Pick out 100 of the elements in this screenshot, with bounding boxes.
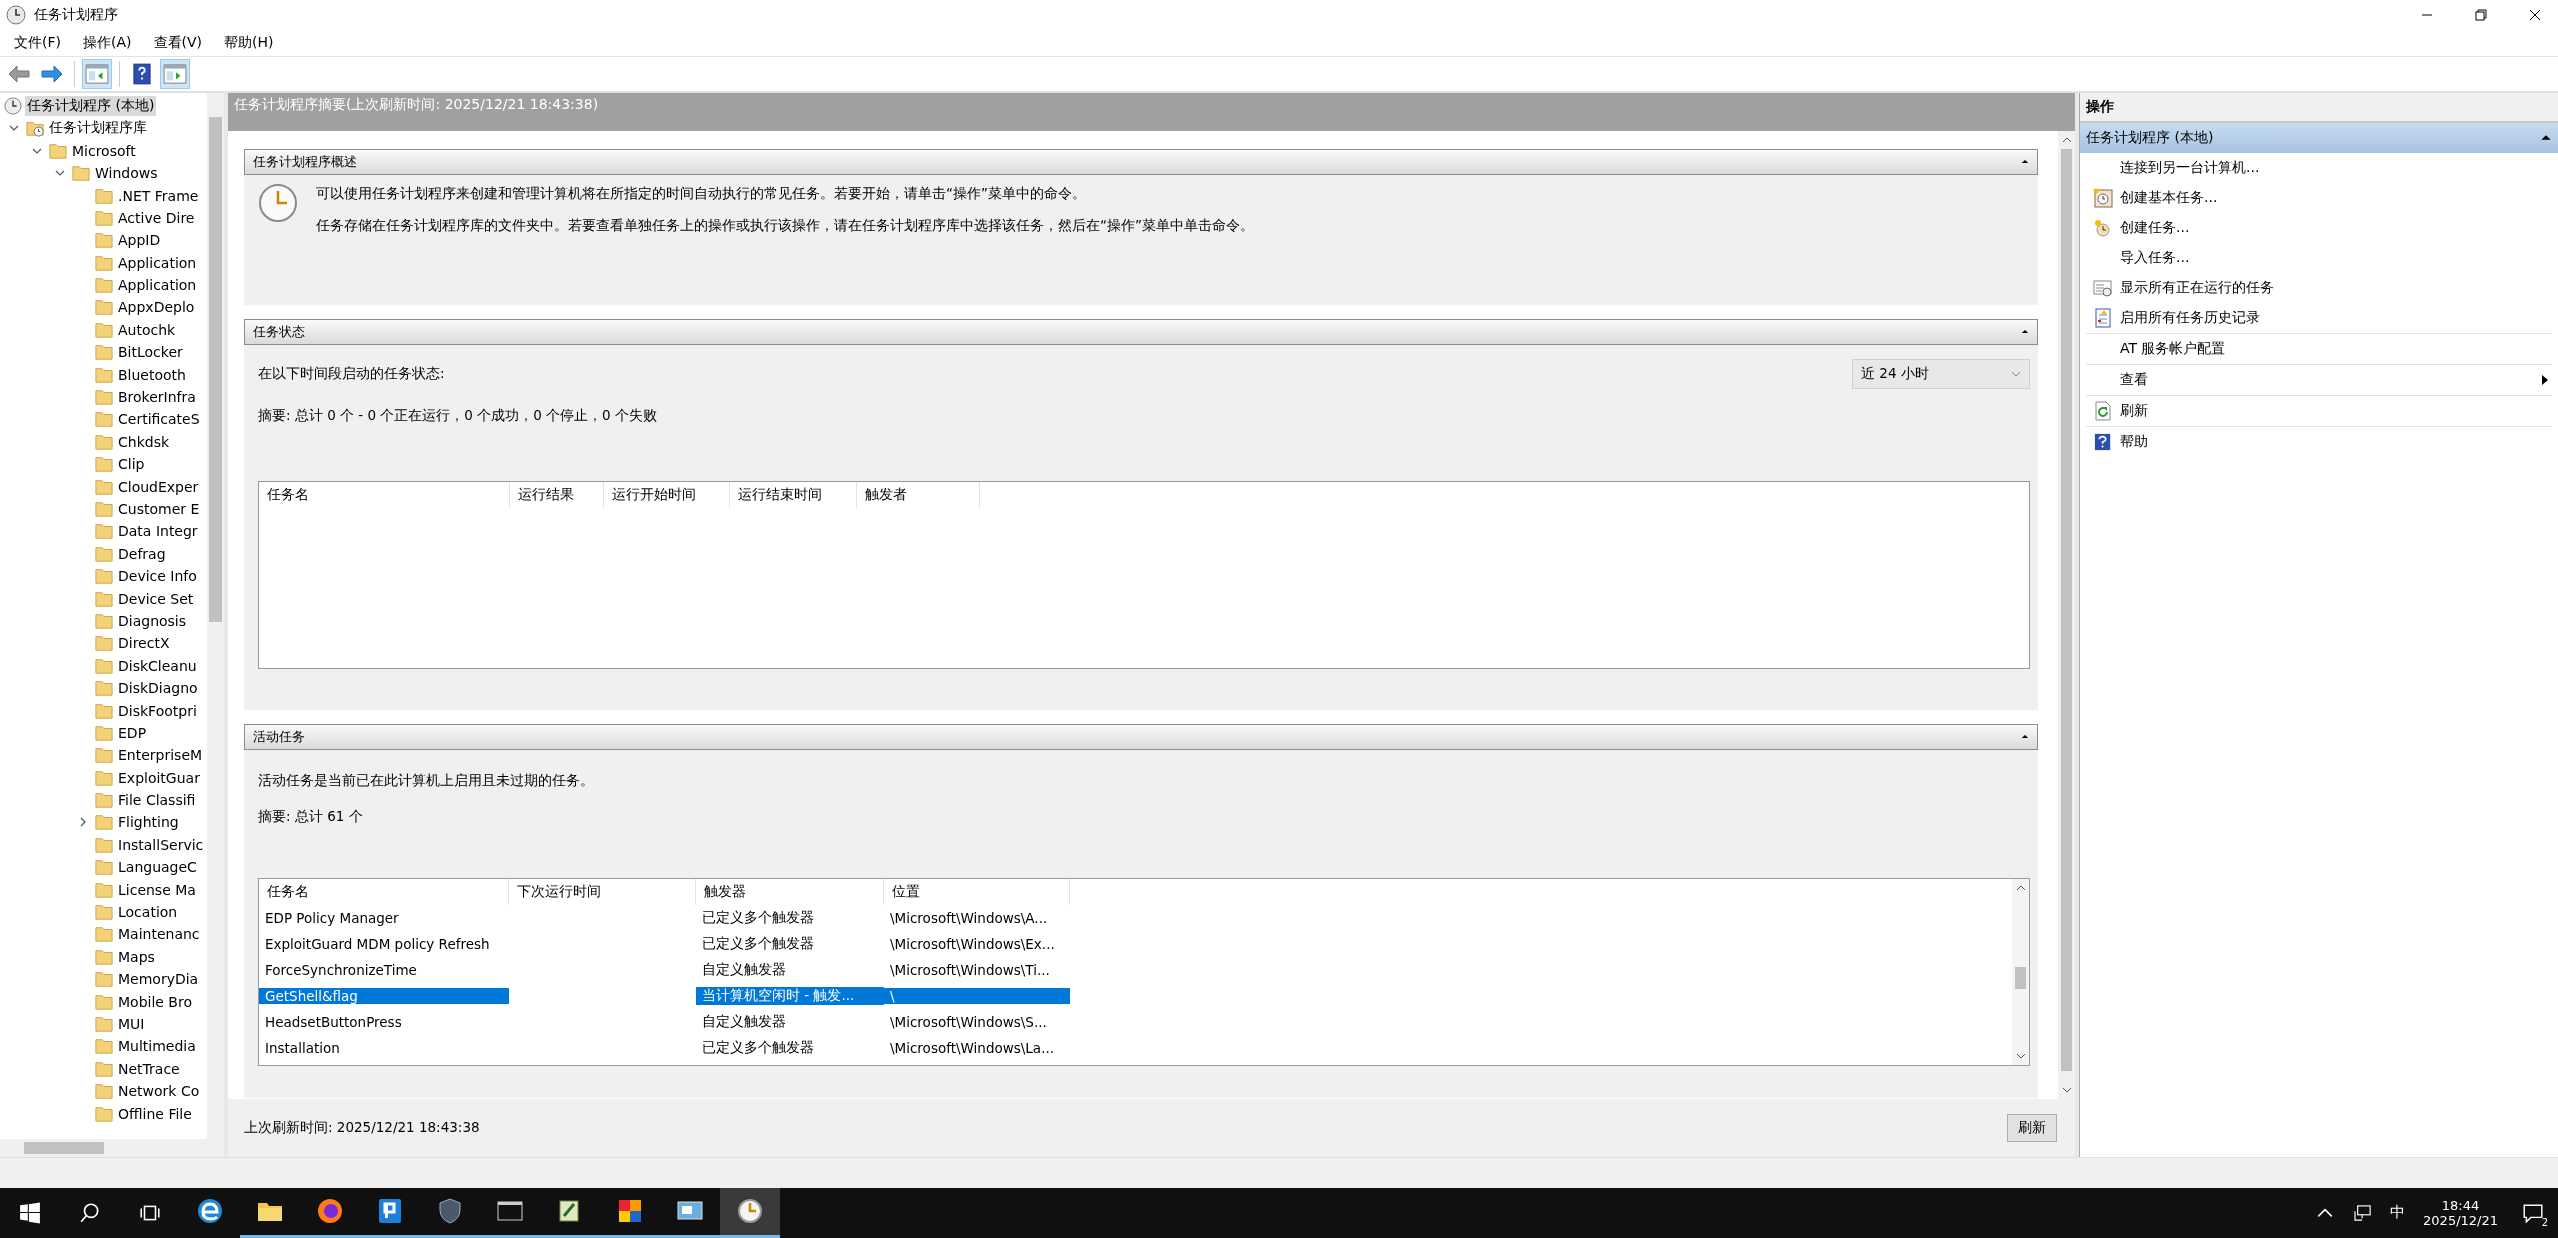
tree-item[interactable]: NetTrace (116, 1059, 182, 1078)
scrollbar[interactable] (207, 92, 224, 1140)
scroll-up-icon[interactable] (2061, 136, 2072, 143)
tree-item[interactable]: Location (116, 903, 180, 922)
action-item[interactable]: 创建基本任务... (2086, 182, 2552, 213)
tree-item[interactable]: InstallServic (116, 835, 206, 854)
menu-item[interactable]: 帮助(H) (214, 31, 284, 54)
tree-item[interactable]: EnterpriseM (116, 746, 205, 765)
tree-item[interactable]: BrokerInfra (116, 388, 198, 407)
tree-item[interactable]: Autochk (116, 320, 178, 339)
column-header[interactable]: 运行结果 (510, 481, 604, 508)
pane-toggle-button[interactable] (82, 58, 112, 89)
tree-item[interactable]: Network Co (116, 1082, 202, 1101)
action-item[interactable]: 创建任务... (2086, 212, 2552, 243)
tree-item[interactable]: AppxDeplo (116, 298, 197, 317)
task-row[interactable]: Installation 已定义多个触发器 \Microsoft\Windows\La... (259, 1034, 2012, 1061)
action-item[interactable]: 启用所有任务历史记录 (2086, 302, 2552, 333)
group-header[interactable]: 任务计划程序 (本地) (2080, 122, 2558, 153)
menu-item[interactable]: 文件(F) (4, 31, 71, 54)
tree-item[interactable]: AppID (116, 231, 163, 250)
action-item[interactable]: AT 服务帐户配置 (2086, 333, 2552, 364)
tree-item[interactable]: Mobile Bro (116, 992, 194, 1011)
section-header[interactable]: 活动任务 (244, 723, 2038, 750)
tree-item[interactable]: BitLocker (116, 343, 185, 362)
tree-item[interactable]: Data Integr (116, 522, 200, 541)
tree-item[interactable]: Windows (93, 164, 160, 183)
tree-item[interactable]: Chkdsk (116, 432, 172, 451)
tree-item[interactable]: EDP (116, 723, 149, 742)
tree-item[interactable]: Bluetooth (116, 365, 188, 384)
action-item[interactable]: 查看 (2086, 364, 2552, 395)
scrollbar[interactable] (2012, 878, 2029, 1065)
task-row[interactable]: ExploitGuard MDM policy Refresh 已定义多个触发器 \Microsoft\Windows\Ex... (259, 930, 2012, 957)
tree-item[interactable]: LanguageC (116, 858, 199, 877)
tree-item[interactable]: Clip (116, 455, 147, 474)
tree-item[interactable]: MemoryDia (116, 970, 201, 989)
column-header[interactable]: 位置 (884, 878, 1070, 905)
task-row[interactable]: GetShell&flag 当计算机空闲时 - 触发... \ (259, 982, 2012, 1009)
tree-item[interactable]: Device Set (116, 589, 196, 608)
clock[interactable]: 18:44 2025/12/21 (2413, 1198, 2508, 1228)
pane-header: 操作 (2080, 92, 2558, 123)
column-header[interactable]: 运行开始时间 (604, 481, 730, 508)
tree-item[interactable]: Application (116, 276, 199, 295)
tree-item[interactable]: Flighting (116, 813, 181, 832)
tree-item[interactable]: Diagnosis (116, 611, 189, 630)
task-row[interactable]: HeadsetButtonPress 自定义触发器 \Microsoft\Windows\S... (259, 1008, 2012, 1035)
scroll-down-icon[interactable] (2015, 1052, 2026, 1059)
tree-item[interactable]: CertificateS (116, 410, 202, 429)
tree-item[interactable]: Multimedia (116, 1037, 198, 1056)
tree-item[interactable]: Application (116, 253, 199, 272)
column-header[interactable]: 任务名 (259, 481, 510, 508)
tree-item[interactable]: Maps (116, 947, 157, 966)
column-header[interactable]: 运行结束时间 (730, 481, 857, 508)
menu-item[interactable]: 查看(V) (143, 31, 212, 54)
task-row[interactable]: ForceSynchronizeTime 自定义触发器 \Microsoft\Windows\Ti... (259, 956, 2012, 983)
column-header[interactable]: 任务名 (259, 878, 509, 905)
task-row[interactable]: EDP Policy Manager 已定义多个触发器 \Microsoft\Windows\A... (259, 904, 2012, 931)
tree-item[interactable]: DiskCleanu (116, 656, 199, 675)
tree-item[interactable]: DirectX (116, 634, 172, 653)
horizontal-scrollbar[interactable] (0, 1139, 224, 1158)
tree-item[interactable]: ExploitGuar (116, 768, 202, 787)
tree-item[interactable]: MUI (116, 1015, 147, 1033)
column-header[interactable]: 触发器 (696, 878, 884, 905)
menu-item[interactable]: 操作(A) (73, 31, 142, 54)
action-item[interactable]: 刷新 (2086, 395, 2552, 426)
action-item[interactable]: 帮助 (2086, 426, 2552, 457)
period-dropdown[interactable]: 近 24 小时 (1852, 358, 2030, 389)
scroll-up-icon[interactable] (2015, 884, 2026, 891)
input-method-indicator[interactable]: 中 (2382, 1203, 2414, 1223)
tree-item[interactable]: File Classifi (116, 791, 198, 810)
triangle-icon (2540, 134, 2552, 142)
notification-button[interactable]: 2 (2508, 1202, 2558, 1224)
tree-item[interactable]: 任务计划程序库 (47, 118, 149, 139)
tree-item[interactable]: Microsoft (70, 141, 138, 160)
refresh-button[interactable]: 刷新 (2007, 1114, 2057, 1143)
tree-item[interactable]: Maintenanc (116, 925, 202, 944)
clock-icon[interactable] (720, 1188, 780, 1238)
scroll-down-icon[interactable] (2061, 1087, 2072, 1094)
action-item[interactable]: 连接到另一台计算机... (2086, 152, 2552, 183)
column-header[interactable]: 下次运行时间 (509, 878, 696, 905)
tree-item[interactable]: 任务计划程序 (本地) (25, 95, 157, 116)
tree-item[interactable]: .NET Frame (116, 186, 201, 205)
scroll-thumb[interactable] (2015, 966, 2026, 989)
action-item[interactable]: 导入任务... (2086, 242, 2552, 273)
tree-item[interactable]: Defrag (116, 544, 168, 563)
pane-toggle-button[interactable] (160, 58, 190, 89)
tree-item[interactable]: Active Dire (116, 208, 197, 227)
scrollbar[interactable] (2058, 130, 2075, 1100)
tree-item[interactable]: DiskDiagno (116, 679, 200, 698)
section-header[interactable]: 任务计划程序概述 (244, 148, 2038, 175)
tree-item[interactable]: Offline File (116, 1104, 194, 1123)
action-item[interactable]: 显示所有正在运行的任务 (2086, 272, 2552, 303)
tree-item[interactable]: CloudExper (116, 477, 201, 496)
tree-item[interactable]: License Ma (116, 880, 198, 899)
section-header[interactable]: 任务状态 (244, 318, 2038, 345)
tree-item[interactable]: Device Info (116, 567, 199, 586)
expand-chevron-icon[interactable] (78, 817, 88, 828)
column-header[interactable]: 触发者 (857, 481, 980, 508)
tree-item[interactable]: DiskFootpri (116, 701, 199, 720)
tree-item[interactable]: Customer E (116, 500, 202, 518)
folder-icon (95, 298, 113, 317)
